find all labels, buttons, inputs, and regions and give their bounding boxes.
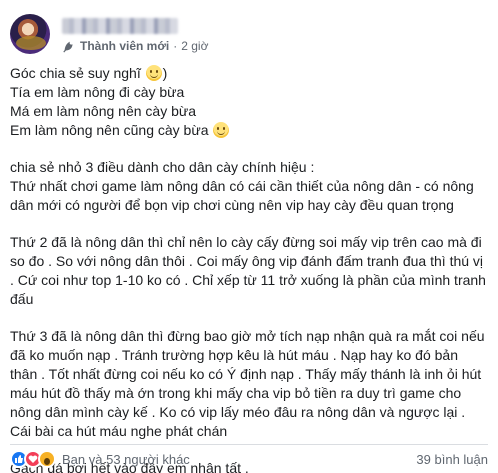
heart-icon xyxy=(28,455,38,463)
feed-post: Thành viên mới · 2 giờ Góc chia sẻ suy n… xyxy=(0,0,498,473)
reaction-icons[interactable] xyxy=(10,450,56,468)
post-text-line: so đo . So với nông dân thôi . Coi mấy ô… xyxy=(10,253,484,269)
post-text-line: đã ko muốn nạp . Tránh trường hợp kêu là… xyxy=(10,347,459,363)
post-text-line: thân . Tốt nhất đừng coi nếu ko có Ý địn… xyxy=(10,366,482,382)
post-text-line: Thứ 2 đã là nông dân thì chỉ nên lo cày … xyxy=(10,234,482,250)
post-text-line: Má em làm nông nên cày bừa xyxy=(10,103,197,119)
new-member-icon xyxy=(63,41,73,53)
post-text-line: dân mới có người để bọn vip chơi cùng nê… xyxy=(10,197,454,213)
thumbs-up-icon xyxy=(15,455,23,463)
post-text-line: Tía em làm nông đi cày bừa xyxy=(10,84,185,100)
reaction-count[interactable]: Bạn và 53 người khác xyxy=(62,452,416,467)
post-text-line: Em làm nông nên cũng cày bừa xyxy=(10,121,488,140)
post-text-line: chia sẻ nhỏ 3 điều dành cho dân cày chín… xyxy=(10,159,315,175)
post-text-line: Cái bài ca hút máu nghe phát chán xyxy=(10,423,228,439)
wow-reaction-icon xyxy=(38,450,56,468)
footer-divider xyxy=(10,444,488,445)
avatar[interactable] xyxy=(10,14,50,54)
member-badge-label[interactable]: Thành viên mới xyxy=(80,39,169,53)
post-footer: Bạn và 53 người khác 39 bình luận xyxy=(10,448,488,470)
post-text-line: nông dân mình cày kế . Ko có vip lấy méo… xyxy=(10,404,466,420)
post-text-line: Thứ nhất chơi game làm nông dân có cái c… xyxy=(10,178,474,194)
post-paragraph: Góc chia sẻ suy nghĩ ) Tía em làm nông đi… xyxy=(10,64,488,140)
post-paragraph: chia sẻ nhỏ 3 điều dành cho dân cày chín… xyxy=(10,158,488,215)
post-text-line: Thứ 3 đã là nông dân thì đừng bao giờ mở… xyxy=(10,328,485,344)
post-text-line: . Cứ coi như top 1-10 ko có . Chỉ xếp từ… xyxy=(10,272,486,288)
post-text-line: Góc chia sẻ suy nghĩ ) xyxy=(10,65,168,81)
comment-count[interactable]: 39 bình luận xyxy=(416,452,488,467)
smiley-emoji-icon xyxy=(213,122,230,138)
post-timestamp[interactable]: 2 giờ xyxy=(181,39,208,53)
post-paragraph: Thứ 2 đã là nông dân thì chỉ nên lo cày … xyxy=(10,233,488,309)
post-meta: Thành viên mới · 2 giờ xyxy=(62,38,208,54)
post-paragraph: Thứ 3 đã là nông dân thì đừng bao giờ mở… xyxy=(10,327,488,441)
smiley-emoji-icon xyxy=(145,65,162,81)
post-body: Góc chia sẻ suy nghĩ ) Tía em làm nông đi… xyxy=(10,64,488,473)
post-header: Thành viên mới · 2 giờ xyxy=(10,14,488,60)
author-name-redacted[interactable] xyxy=(62,18,178,34)
post-text-line: đấu xyxy=(10,291,34,307)
meta-separator: · xyxy=(173,39,178,53)
avatar-detail xyxy=(16,36,46,50)
post-text-line: máu hút đồ thấy mà ớn trong khi mấy cha … xyxy=(10,385,462,401)
